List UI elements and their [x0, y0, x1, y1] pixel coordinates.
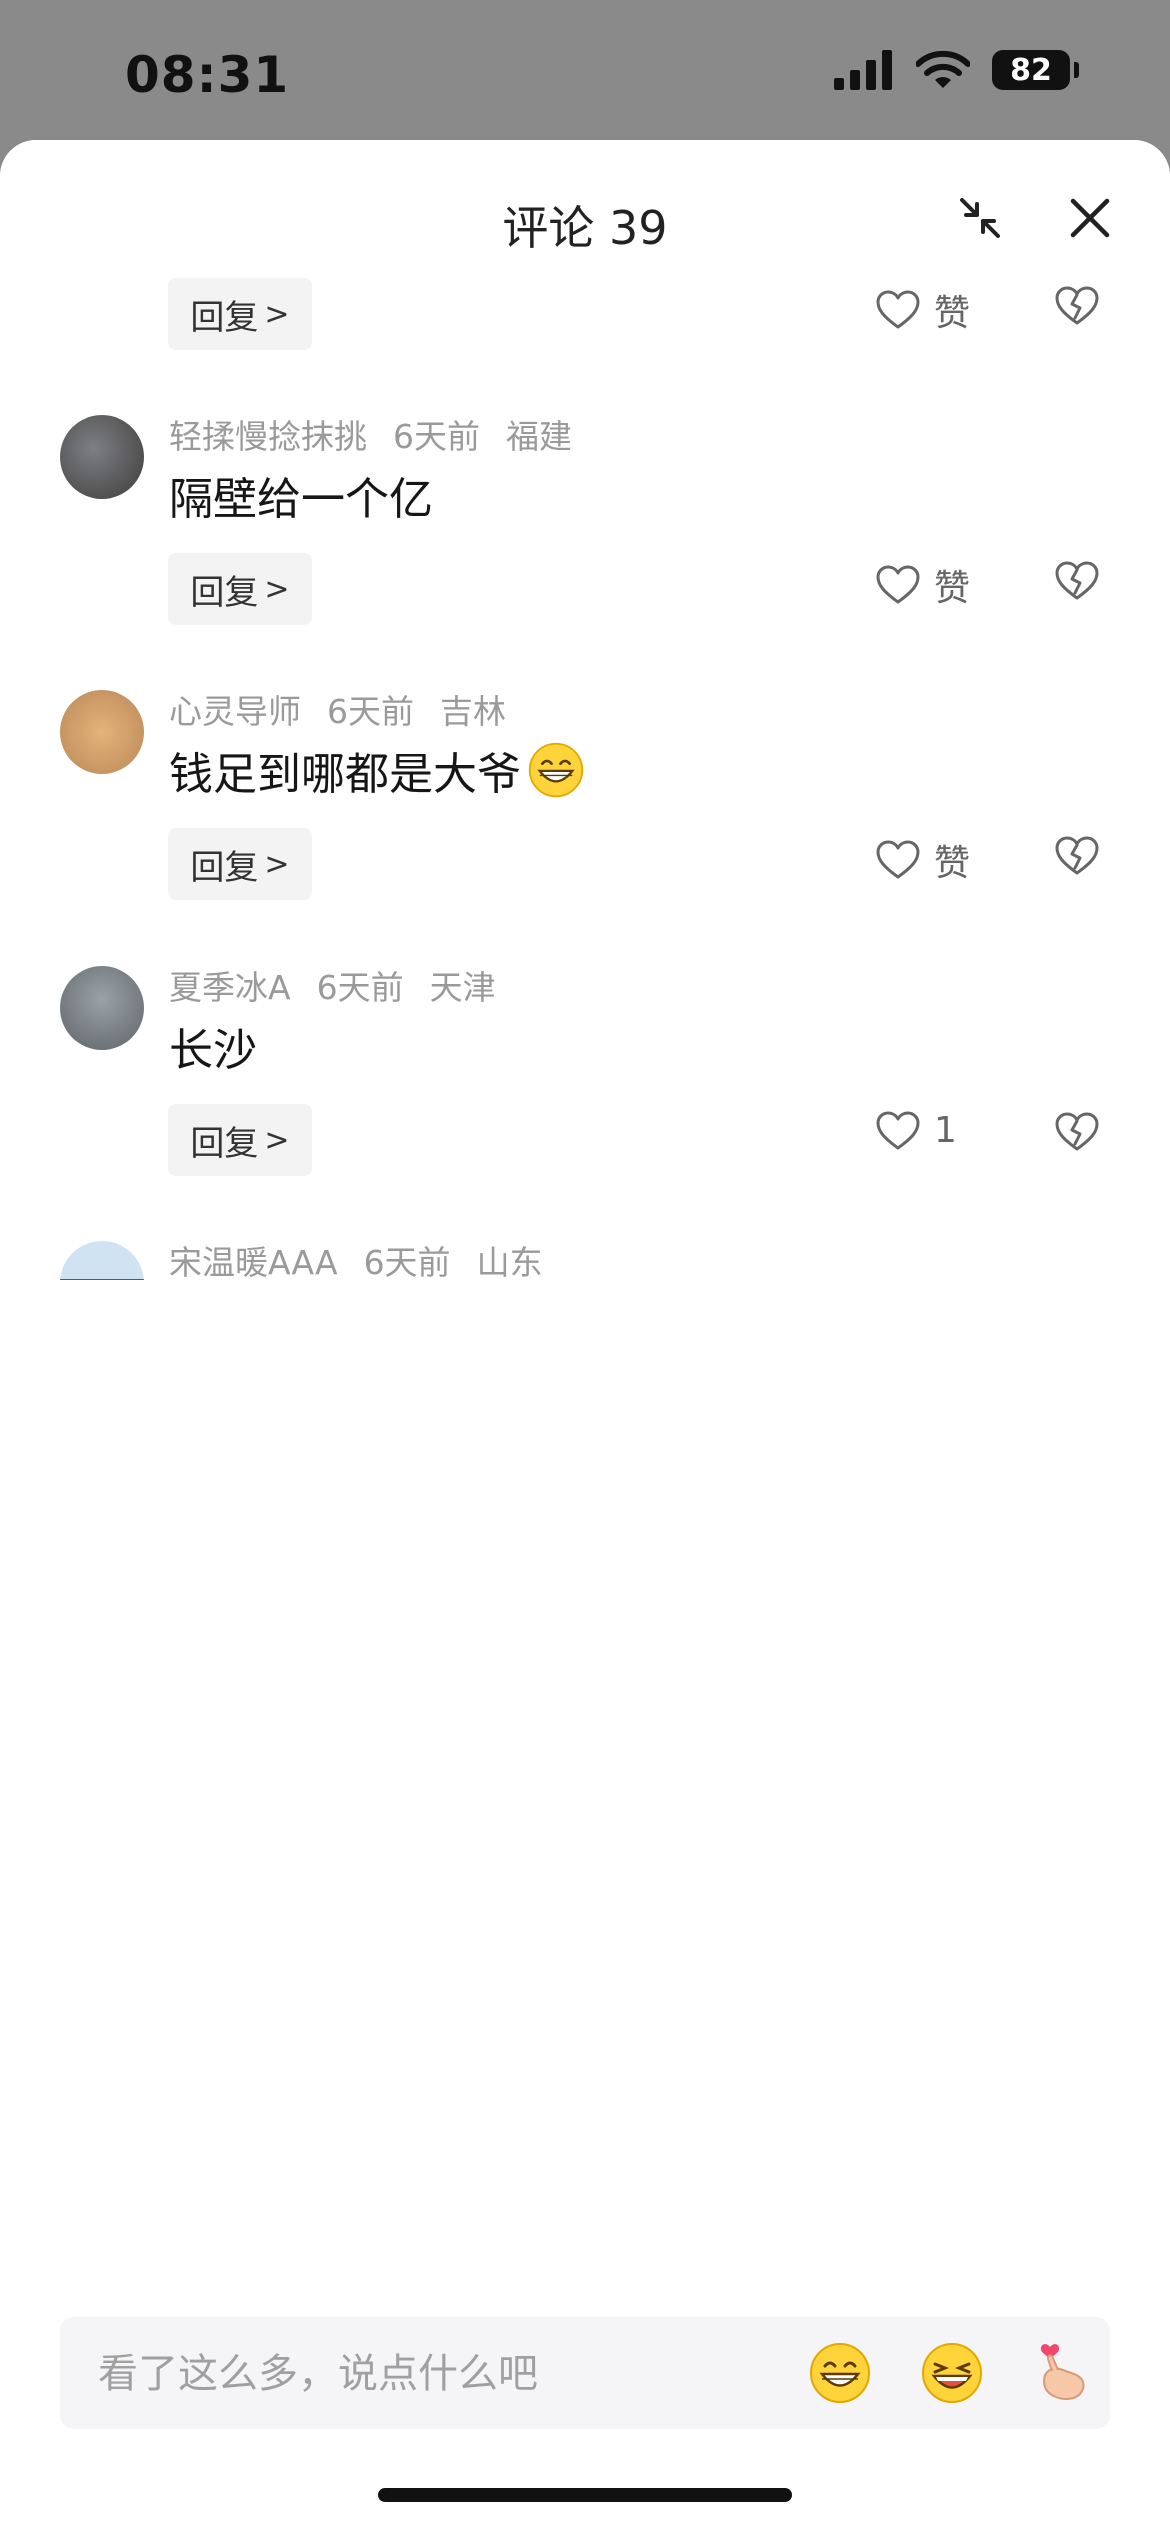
- reply-button[interactable]: 回复 >: [168, 553, 312, 625]
- comment-location: 吉林: [440, 692, 506, 731]
- battery-indicator: 82: [992, 50, 1079, 90]
- reply-label: 回复: [190, 572, 259, 613]
- laughing-emoji-icon[interactable]: [920, 2341, 984, 2405]
- like-button[interactable]: 赞: [876, 834, 970, 886]
- comment-username[interactable]: 轻揉慢捻抹挑: [169, 417, 367, 456]
- reply-button[interactable]: 回复 >: [168, 1104, 312, 1176]
- comment-item: 夏季冰A 6天前 天津 长沙 回复 >1: [0, 946, 1170, 1222]
- dislike-button[interactable]: [1055, 1112, 1099, 1156]
- comment-text-line: 长沙: [169, 1014, 257, 1078]
- signal-icon: [834, 50, 892, 90]
- comment-time: 6天前: [327, 692, 414, 731]
- broken-heart-icon: [1055, 1112, 1099, 1151]
- heart-outline-icon: [876, 290, 920, 329]
- comment-item: 宋温暖AAA6天前山东成都回复>赞: [0, 1221, 1170, 1280]
- close-icon: [1070, 198, 1110, 238]
- heart-outline-icon: [876, 565, 920, 604]
- status-bar: 08:31 82: [0, 0, 1170, 140]
- like-label: 赞: [934, 568, 971, 609]
- comment-text: 长沙: [169, 1025, 257, 1076]
- comment-username[interactable]: 宋温暖AAA: [169, 1243, 338, 1280]
- reply-label: 回复: [190, 1123, 259, 1164]
- comment-input-bar: [60, 2317, 1110, 2431]
- comment-item: 先把钱打过来，我再告诉你。回复>赞: [0, 268, 1170, 396]
- avatar[interactable]: [60, 415, 144, 499]
- comment-list[interactable]: 先把钱打过来，我再告诉你。回复>赞轻揉慢捻抹挑6天前福建隔壁给一个亿回复>赞心灵…: [0, 268, 1170, 1280]
- reply-label: 回复: [190, 847, 259, 888]
- reply-button[interactable]: 回复 >: [168, 278, 312, 350]
- comment-username[interactable]: 心灵导师: [169, 692, 301, 731]
- chevron-right-icon: >: [264, 846, 290, 882]
- comment-item: 心灵导师 6天前 吉林钱足到哪都是大爷回复 > 赞: [0, 670, 1170, 946]
- wifi-icon: [916, 50, 970, 88]
- dislike-button[interactable]: [1055, 836, 1099, 880]
- status-time: 08:31: [125, 46, 290, 104]
- reply-label: 回复: [190, 297, 259, 338]
- battery-level: 82: [1010, 52, 1052, 88]
- finger-heart-icon[interactable]: [1030, 2341, 1094, 2405]
- heart-outline-icon: [876, 1111, 920, 1149]
- collapse-button[interactable]: [956, 194, 1004, 242]
- comment-item: 轻揉慢捻抹挑 6天前 福建隔壁给一个亿回复 > 赞: [0, 395, 1170, 671]
- chevron-right-icon: >: [264, 571, 290, 607]
- reply-button[interactable]: 回复 >: [168, 828, 312, 900]
- chevron-right-icon: >: [264, 296, 290, 332]
- like-button[interactable]: 赞: [876, 559, 970, 611]
- like-button[interactable]: 1: [876, 1110, 957, 1151]
- like-label: 赞: [934, 293, 971, 334]
- comment-sheet: 评论 39 先把钱打过来，我再告诉你。回复>赞轻揉慢捻抹挑6天前福建隔壁给一个亿…: [0, 140, 1170, 2532]
- avatar[interactable]: [60, 1241, 144, 1280]
- like-label: 赞: [934, 843, 971, 884]
- broken-heart-icon: [1055, 561, 1099, 600]
- collapse-icon: [960, 198, 1000, 238]
- avatar[interactable]: [60, 690, 144, 774]
- comment-username[interactable]: 夏季冰A: [169, 968, 291, 1007]
- comment-time: 6天前: [316, 968, 404, 1007]
- comment-time: 6天前: [393, 417, 480, 456]
- comment-location: 山东: [476, 1243, 543, 1280]
- comment-meta: 夏季冰A 6天前 天津: [169, 961, 522, 1009]
- comment-text: 隔壁给一个亿: [169, 474, 433, 525]
- comment-input[interactable]: [96, 2317, 800, 2431]
- heart-outline-icon: [876, 840, 920, 879]
- comment-time: 6天前: [363, 1243, 451, 1280]
- comment-meta: 轻揉慢捻抹挑 6天前 福建: [169, 410, 598, 458]
- comment-text-line: 隔壁给一个亿: [169, 463, 433, 527]
- grinning-emoji-icon: [528, 742, 584, 798]
- comment-meta: 心灵导师 6天前 吉林: [169, 685, 532, 733]
- avatar[interactable]: [60, 966, 144, 1050]
- comment-location: 福建: [506, 417, 572, 456]
- broken-heart-icon: [1055, 286, 1099, 325]
- like-button[interactable]: 赞: [876, 284, 970, 336]
- close-button[interactable]: [1066, 194, 1114, 242]
- grinning-emoji-icon[interactable]: [808, 2341, 872, 2405]
- sheet-header: 评论 39: [0, 140, 1170, 268]
- comment-text-line: 钱足到哪都是大爷: [169, 738, 585, 802]
- dislike-button[interactable]: [1055, 286, 1099, 330]
- comment-location: 天津: [429, 968, 496, 1007]
- home-indicator: [378, 2488, 792, 2502]
- status-icons: 82: [834, 50, 1079, 90]
- dislike-button[interactable]: [1055, 561, 1099, 605]
- broken-heart-icon: [1055, 836, 1099, 875]
- chevron-right-icon: >: [264, 1122, 290, 1158]
- comment-text: 钱足到哪都是大爷: [169, 749, 521, 800]
- like-label: 1: [934, 1110, 957, 1151]
- comment-meta: 宋温暖AAA 6天前 山东: [169, 1236, 569, 1280]
